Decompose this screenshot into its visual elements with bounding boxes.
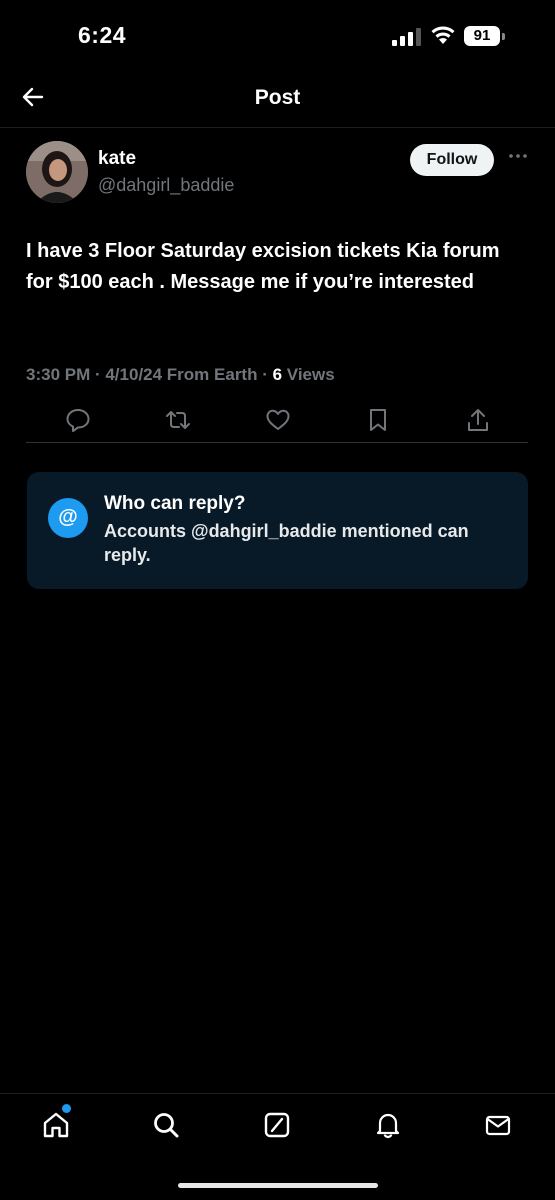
messages-icon[interactable] — [483, 1110, 513, 1140]
like-icon[interactable] — [264, 406, 292, 434]
views-count[interactable]: 6 — [273, 365, 282, 384]
status-time: 6:24 — [78, 22, 127, 48]
post-meta: 3:30 PM · 4/10/24 From Earth · 6 Views — [26, 365, 335, 385]
views-label: Views — [282, 365, 335, 384]
home-icon[interactable] — [41, 1110, 71, 1140]
reply-restriction-description: Accounts @dahgirl_baddie mentioned can r… — [104, 521, 469, 565]
cellular-signal-icon — [392, 28, 421, 46]
post-timestamp: 3:30 PM · 4/10/24 From Earth · — [26, 365, 273, 384]
post-text: I have 3 Floor Saturday excision tickets… — [26, 240, 500, 293]
repost-icon[interactable] — [164, 406, 192, 434]
nav-divider — [0, 1093, 555, 1094]
avatar[interactable] — [26, 141, 88, 203]
actions-divider — [26, 442, 528, 443]
grok-icon[interactable] — [262, 1110, 292, 1140]
home-indicator[interactable] — [178, 1183, 378, 1188]
page-title: Post — [254, 86, 301, 109]
bookmark-icon[interactable] — [364, 406, 392, 434]
author-handle[interactable]: @dahgirl_baddie — [98, 175, 234, 196]
wifi-icon — [431, 26, 455, 44]
notifications-icon[interactable] — [373, 1110, 403, 1140]
header-divider — [0, 127, 555, 128]
search-icon[interactable] — [151, 1110, 181, 1140]
reply-restriction-title: Who can reply? — [104, 493, 246, 514]
author-name[interactable]: kate — [98, 148, 136, 170]
share-icon[interactable] — [464, 406, 492, 434]
battery-level: 91 — [464, 26, 500, 46]
more-options-icon[interactable] — [508, 146, 528, 166]
mention-icon: @ — [48, 498, 88, 538]
follow-button[interactable]: Follow — [410, 144, 494, 176]
reply-icon[interactable] — [64, 406, 92, 434]
battery-icon: 91 — [464, 26, 506, 48]
home-notification-dot — [62, 1104, 71, 1113]
